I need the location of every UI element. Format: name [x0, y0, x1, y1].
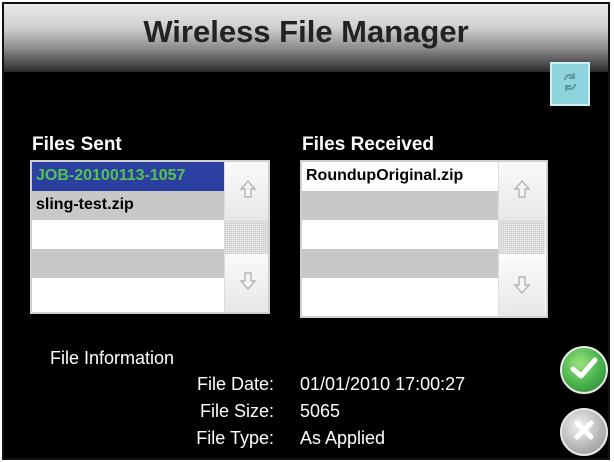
list-item[interactable] — [32, 249, 224, 278]
arrow-up-icon — [513, 179, 531, 204]
file-information-heading: File Information — [50, 348, 175, 368]
check-icon — [570, 356, 598, 385]
list-item[interactable]: JOB-20100113-1057 — [32, 162, 224, 191]
file-size-value: 5065 — [300, 401, 341, 421]
files-received-label: Files Received — [302, 134, 435, 155]
list-item[interactable] — [302, 249, 498, 278]
file-size-label: File Size: — [199, 401, 274, 421]
file-type-label: File Type: — [196, 428, 274, 448]
files-sent-list[interactable]: JOB-20100113-1057 sling-test.zip — [30, 160, 270, 314]
scroll-thumb[interactable] — [225, 220, 268, 254]
refresh-icon — [561, 71, 579, 98]
ok-button[interactable] — [560, 346, 608, 394]
title-bar: Wireless File Manager — [4, 4, 608, 72]
arrow-up-icon — [239, 179, 257, 204]
arrow-down-icon — [239, 271, 257, 296]
files-received-list[interactable]: RoundupOriginal.zip — [300, 160, 548, 318]
list-item[interactable] — [302, 278, 498, 307]
app-window: Wireless File Manager Files Sent JOB-201… — [2, 2, 610, 460]
list-item[interactable] — [302, 220, 498, 249]
scroll-down-button[interactable] — [225, 254, 268, 312]
arrow-down-icon — [513, 275, 531, 300]
cancel-button[interactable] — [560, 408, 608, 456]
window-title: Wireless File Manager — [143, 14, 469, 49]
list-item[interactable] — [32, 278, 224, 307]
list-item[interactable]: sling-test.zip — [32, 191, 224, 220]
file-type-value: As Applied — [300, 428, 386, 448]
scroll-up-button[interactable] — [225, 162, 268, 220]
list-item[interactable]: RoundupOriginal.zip — [302, 162, 498, 191]
file-date-value: 01/01/2010 17:00:27 — [300, 374, 466, 394]
scroll-thumb[interactable] — [499, 220, 545, 254]
files-received-scrollbar[interactable] — [498, 162, 545, 316]
files-sent-scrollbar[interactable] — [224, 162, 268, 312]
list-item[interactable] — [302, 191, 498, 220]
file-date-label: File Date: — [196, 374, 274, 394]
list-item[interactable] — [32, 220, 224, 249]
files-sent-label: Files Sent — [32, 134, 122, 155]
scroll-down-button[interactable] — [499, 258, 545, 316]
close-icon — [572, 418, 596, 447]
scroll-up-button[interactable] — [499, 162, 545, 220]
refresh-button[interactable] — [550, 62, 590, 106]
